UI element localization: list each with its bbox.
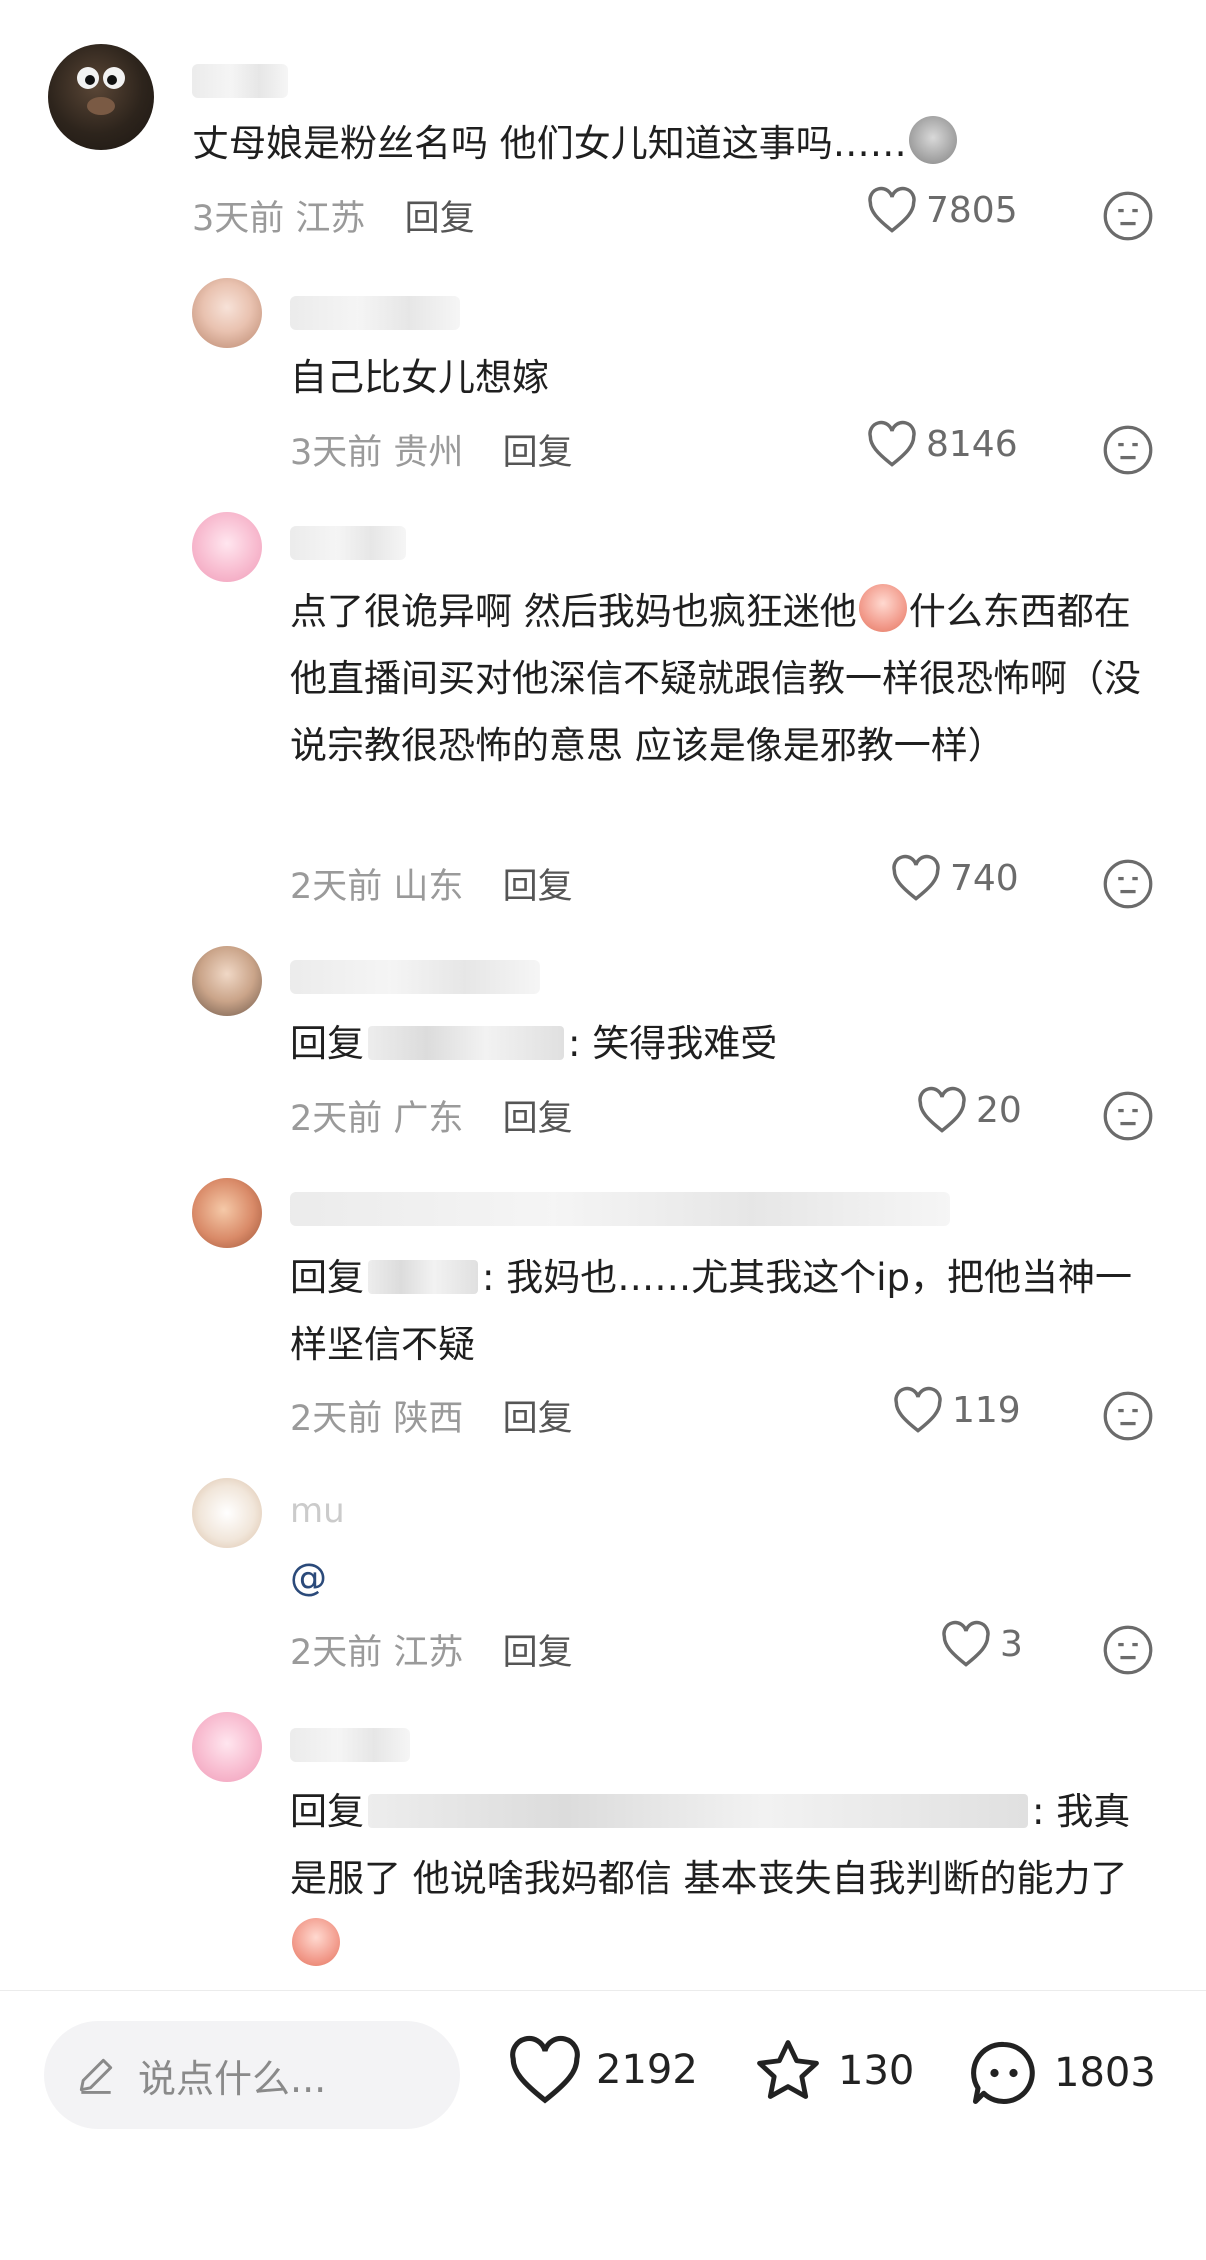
username-blurred[interactable] bbox=[290, 960, 540, 994]
heart-icon bbox=[894, 1386, 942, 1433]
favorite-button[interactable]: 130 bbox=[750, 2035, 914, 2107]
username-blurred[interactable] bbox=[290, 1728, 410, 1762]
like-count: 740 bbox=[950, 857, 1019, 899]
post-like-count: 2192 bbox=[596, 2047, 698, 2093]
mention-blurred[interactable] bbox=[368, 1260, 478, 1294]
avatar[interactable] bbox=[192, 512, 262, 582]
avatar-image bbox=[77, 67, 125, 115]
heart-icon bbox=[510, 2035, 580, 2104]
comment-time: 2天前 bbox=[290, 1399, 383, 1439]
star-icon bbox=[757, 2040, 819, 2099]
like-button[interactable]: 8146 bbox=[866, 420, 1018, 468]
username-blurred[interactable] bbox=[192, 64, 288, 98]
username-blurred[interactable] bbox=[290, 1192, 950, 1226]
comment-time: 2天前 bbox=[290, 1099, 383, 1139]
reply-button[interactable]: 回复 bbox=[503, 1633, 573, 1673]
comment-meta: 2天前 广东 回复 bbox=[290, 1090, 573, 1141]
comment-text: @ bbox=[290, 1544, 1150, 1611]
comment-text: 丈母娘是粉丝名吗 他们女儿知道这事吗…… bbox=[192, 110, 1072, 177]
comment-meta: 3天前 江苏 回复 bbox=[192, 190, 475, 241]
comment-text: 自己比女儿想嫁 bbox=[290, 344, 1150, 411]
comment-text-content: 丈母娘是粉丝名吗 他们女儿知道这事吗…… bbox=[192, 122, 907, 165]
like-count: 119 bbox=[952, 1389, 1021, 1431]
comment-location: 江苏 bbox=[295, 199, 366, 239]
comment-time: 2天前 bbox=[290, 1633, 383, 1673]
crying-emoji-icon bbox=[858, 584, 907, 632]
comment-location: 江苏 bbox=[393, 1633, 464, 1673]
comment-time: 3天前 bbox=[290, 433, 383, 473]
reply-prefix: 回复 bbox=[290, 1022, 364, 1065]
comment-meta: 2天前 陕西 回复 bbox=[290, 1390, 573, 1441]
like-button[interactable]: 740 bbox=[890, 854, 1019, 902]
avatar[interactable] bbox=[192, 1178, 262, 1248]
like-count: 8146 bbox=[926, 423, 1018, 465]
post-like-button[interactable]: 2192 bbox=[506, 2035, 698, 2105]
comment-text: 点了很诡异啊 然后我妈也疯狂迷他 什么东西都在他直播间买对他深信不疑就跟信教一样很… bbox=[290, 578, 1150, 779]
heart-icon bbox=[868, 420, 916, 467]
like-count: 7805 bbox=[926, 189, 1018, 231]
comment-input[interactable]: 说点什么... bbox=[44, 2021, 460, 2129]
comment-text: 回复 : 笑得我难受 bbox=[290, 1010, 1150, 1077]
comments-count: 1803 bbox=[1054, 2050, 1156, 2096]
comment-text: 回复: 我妈也……尤其我这个ip，把他当神一样坚信不疑 bbox=[290, 1244, 1150, 1378]
mention-blurred[interactable] bbox=[368, 1794, 1028, 1828]
reply-button[interactable]: 回复 bbox=[405, 199, 475, 239]
dislike-face-icon[interactable] bbox=[1102, 1390, 1154, 1442]
dislike-face-icon[interactable] bbox=[1102, 858, 1154, 910]
comment-location: 广东 bbox=[393, 1099, 464, 1139]
comment-location: 陕西 bbox=[393, 1399, 464, 1439]
like-button[interactable]: 119 bbox=[892, 1386, 1021, 1434]
comment-location: 山东 bbox=[393, 867, 464, 907]
like-button[interactable]: 20 bbox=[916, 1086, 1022, 1134]
comment-text-part1: 点了很诡异啊 然后我妈也疯狂迷他 bbox=[290, 590, 857, 633]
avatar[interactable] bbox=[192, 278, 262, 348]
dislike-face-icon[interactable] bbox=[1102, 1090, 1154, 1142]
reply-prefix: 回复 bbox=[290, 1256, 364, 1299]
heart-icon bbox=[892, 854, 940, 901]
comment-text: 回复: 我真是服了 他说啥我妈都信 基本丧失自我判断的能力了 bbox=[290, 1778, 1150, 1979]
reply-prefix: 回复 bbox=[290, 1790, 364, 1833]
dislike-face-icon[interactable] bbox=[1102, 424, 1154, 476]
dislike-face-icon[interactable] bbox=[1102, 1624, 1154, 1676]
like-button[interactable]: 7805 bbox=[866, 186, 1018, 234]
sweat-emoji-icon bbox=[908, 116, 957, 164]
dislike-face-icon[interactable] bbox=[1102, 190, 1154, 242]
mention-at[interactable]: @ bbox=[290, 1556, 327, 1599]
username-blurred[interactable] bbox=[290, 296, 460, 330]
comment-meta: 2天前 山东 回复 bbox=[290, 858, 573, 909]
avatar[interactable] bbox=[192, 1712, 262, 1782]
input-placeholder: 说点什么... bbox=[138, 2056, 327, 2101]
reply-button[interactable]: 回复 bbox=[503, 1399, 573, 1439]
crying-emoji-icon bbox=[292, 1918, 340, 1966]
avatar[interactable] bbox=[48, 44, 154, 150]
comment-text-content: : 笑得我难受 bbox=[568, 1022, 778, 1065]
comment-time: 3天前 bbox=[192, 199, 285, 239]
comment-time: 2天前 bbox=[290, 867, 383, 907]
bottom-action-bar: 说点什么... 2192 130 1803 bbox=[0, 1990, 1206, 2260]
comment-bubble-icon bbox=[971, 2041, 1035, 2105]
username-text: mu bbox=[290, 1491, 345, 1531]
comment-location: 贵州 bbox=[393, 433, 464, 473]
heart-icon bbox=[918, 1086, 966, 1133]
reply-button[interactable]: 回复 bbox=[503, 867, 573, 907]
comment-meta: 3天前 贵州 回复 bbox=[290, 424, 573, 475]
reply-button[interactable]: 回复 bbox=[503, 1099, 573, 1139]
username[interactable]: mu bbox=[290, 1494, 345, 1528]
heart-icon bbox=[868, 186, 916, 233]
comment-text-content: 自己比女儿想嫁 bbox=[290, 356, 549, 399]
reply-button[interactable]: 回复 bbox=[503, 433, 573, 473]
avatar[interactable] bbox=[192, 946, 262, 1016]
avatar[interactable] bbox=[192, 1478, 262, 1548]
like-button[interactable]: 3 bbox=[940, 1620, 1023, 1668]
like-count: 3 bbox=[1000, 1623, 1023, 1665]
mention-blurred[interactable] bbox=[368, 1026, 564, 1060]
comment-meta: 2天前 江苏 回复 bbox=[290, 1624, 573, 1675]
username-blurred[interactable] bbox=[290, 526, 406, 560]
pencil-icon bbox=[79, 2058, 113, 2094]
heart-icon bbox=[942, 1620, 990, 1667]
like-count: 20 bbox=[976, 1089, 1022, 1131]
comments-button[interactable]: 1803 bbox=[966, 2035, 1156, 2111]
favorite-count: 130 bbox=[838, 2048, 915, 2094]
